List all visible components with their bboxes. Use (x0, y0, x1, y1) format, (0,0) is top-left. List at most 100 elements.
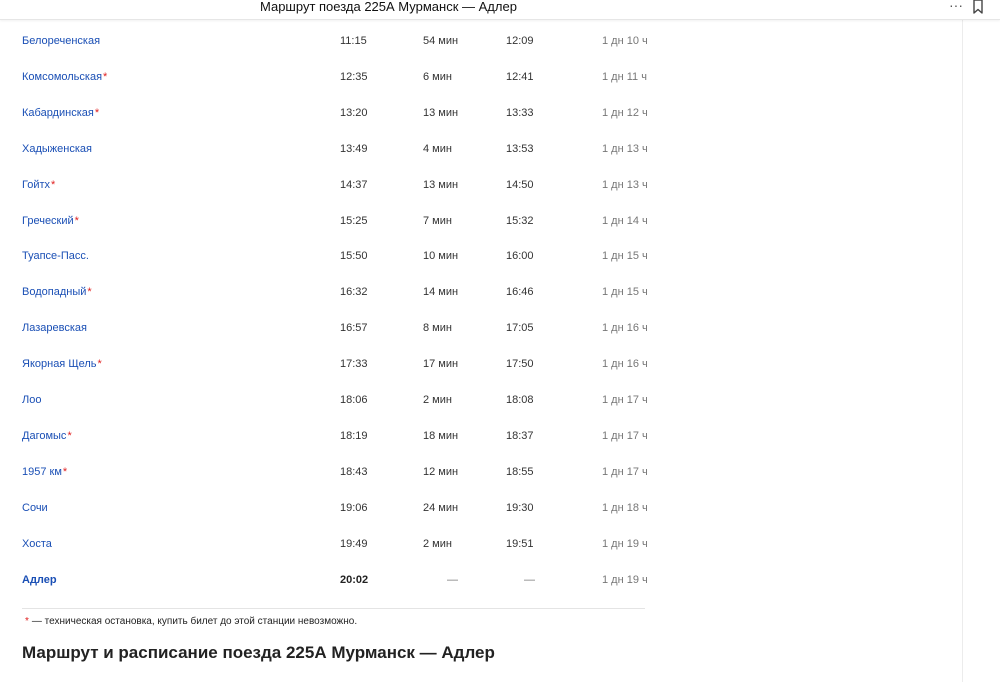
technical-stop-mark: * (74, 214, 79, 227)
arrival-time: 16:57 (340, 322, 368, 335)
stop-duration: 13 мин (423, 106, 459, 119)
station-name[interactable]: Лоо (22, 394, 41, 406)
station-link[interactable]: Сочи (22, 490, 48, 526)
travel-time: 1 дн 17 ч (602, 394, 648, 406)
stop-duration: 10 мин (423, 250, 459, 263)
stop-duration: — (447, 573, 458, 586)
station-link[interactable]: Адлер (22, 562, 57, 598)
station-name[interactable]: Туапсе-Пасс. (22, 250, 89, 262)
technical-stop-mark: * (87, 286, 92, 299)
stop-duration: 8 мин (423, 322, 452, 335)
table-row: Сочи 19:06 24 мин 19:30 1 дн 18 ч (0, 490, 650, 526)
stop-duration: 18 мин (423, 429, 459, 442)
station-link[interactable]: 1957 км* (22, 454, 67, 490)
technical-stop-mark: * (62, 465, 68, 478)
travel-time: 1 дн 11 ч (602, 70, 647, 83)
station-name[interactable]: Водопадный (22, 286, 86, 298)
stop-duration: 24 мин (423, 501, 459, 514)
table-divider (22, 608, 645, 609)
stop-duration: 2 мин (423, 394, 452, 406)
station-name[interactable]: Дагомыс (22, 430, 66, 442)
departure-time: 18:08 (506, 394, 534, 406)
station-link[interactable]: Кабардинская* (22, 95, 99, 131)
window-title: Маршрут поезда 225А Мурманск — Адлер (260, 0, 517, 14)
table-row: Греческий* 15:25 7 мин 15:32 1 дн 14 ч (0, 203, 650, 239)
station-name[interactable]: 1957 км (22, 466, 62, 478)
arrival-time: 15:25 (340, 214, 368, 227)
page-scrollbar[interactable] (962, 20, 1000, 682)
station-link[interactable]: Хадыженская (22, 131, 92, 167)
more-dots-icon[interactable]: ··· (946, 0, 966, 15)
arrival-time: 19:06 (340, 501, 368, 514)
stop-duration: 6 мин (423, 70, 452, 83)
technical-stop-mark: * (25, 616, 29, 627)
technical-stop-mark: * (51, 178, 56, 191)
arrival-time: 18:06 (340, 394, 368, 406)
station-link[interactable]: Дагомыс* (22, 418, 72, 454)
stop-duration: 2 мин (423, 537, 452, 550)
arrival-time: 16:32 (340, 286, 368, 299)
station-link[interactable]: Лазаревская (22, 310, 87, 346)
travel-time: 1 дн 15 ч (602, 250, 648, 263)
station-name[interactable]: Комсомольская (22, 71, 102, 83)
station-name[interactable]: Сочи (22, 502, 48, 514)
table-row: Лоо 18:06 2 мин 18:08 1 дн 17 ч (0, 382, 650, 418)
table-row: Лазаревская 16:57 8 мин 17:05 1 дн 16 ч (0, 310, 650, 346)
arrival-time: 20:02 (340, 573, 369, 586)
technical-stop-mark: * (103, 70, 108, 83)
table-row: Хоста 19:49 2 мин 19:51 1 дн 19 ч (0, 526, 650, 562)
departure-time: 12:09 (506, 35, 534, 47)
station-name[interactable]: Кабардинская (22, 107, 94, 119)
travel-time: 1 дн 10 ч (602, 35, 648, 47)
station-name[interactable]: Греческий (22, 215, 74, 227)
travel-time: 1 дн 17 ч (602, 465, 648, 478)
section-heading: Маршрут и расписание поезда 225А Мурманс… (22, 643, 495, 662)
station-link[interactable]: Хоста (22, 526, 52, 562)
station-name[interactable]: Якорная Щель (22, 358, 97, 370)
station-name[interactable]: Хадыженская (22, 143, 92, 155)
departure-time: — (524, 573, 535, 586)
departure-time: 13:33 (506, 106, 534, 119)
station-name[interactable]: Лазаревская (22, 322, 87, 334)
table-row: Якорная Щель* 17:33 17 мин 17:50 1 дн 16 ч (0, 346, 650, 382)
bookmark-icon[interactable] (972, 0, 986, 15)
station-link[interactable]: Лоо (22, 382, 41, 418)
station-name[interactable]: Адлер (22, 574, 57, 586)
station-link[interactable]: Комсомольская* (22, 59, 107, 95)
arrival-time: 13:49 (340, 142, 368, 155)
stop-duration: 7 мин (423, 214, 452, 227)
departure-time: 19:30 (506, 501, 534, 514)
travel-time: 1 дн 13 ч (602, 142, 648, 155)
table-row: Туапсе-Пасс. 15:50 10 мин 16:00 1 дн 15 ч (0, 238, 650, 274)
station-name[interactable]: Гойтх (22, 179, 50, 191)
table-row: Водопадный* 16:32 14 мин 16:46 1 дн 15 ч (0, 274, 650, 310)
travel-time: 1 дн 16 ч (602, 322, 648, 335)
station-name[interactable]: Белореченская (22, 35, 100, 47)
station-link[interactable]: Туапсе-Пасс. (22, 238, 89, 274)
arrival-time: 14:37 (340, 178, 368, 191)
arrival-time: 18:43 (340, 465, 368, 478)
stop-duration: 4 мин (423, 142, 452, 155)
travel-time: 1 дн 19 ч (602, 573, 648, 586)
stop-duration: 12 мин (423, 465, 459, 478)
arrival-time: 15:50 (340, 250, 368, 263)
table-row: 1957 км* 18:43 12 мин 18:55 1 дн 17 ч (0, 454, 650, 490)
station-link[interactable]: Якорная Щель* (22, 346, 102, 382)
station-link[interactable]: Гойтх* (22, 167, 55, 203)
footnote-text: — техническая остановка, купить билет до… (31, 616, 358, 627)
arrival-time: 13:20 (340, 106, 368, 119)
departure-time: 18:37 (506, 429, 534, 442)
stop-duration: 13 мин (423, 178, 459, 191)
departure-time: 18:55 (506, 465, 534, 478)
arrival-time: 11:15 (340, 35, 367, 47)
station-link[interactable]: Белореченская (22, 23, 100, 59)
stop-duration: 14 мин (423, 286, 459, 299)
arrival-time: 12:35 (340, 70, 368, 83)
departure-time: 14:50 (506, 178, 534, 191)
station-link[interactable]: Водопадный* (22, 274, 92, 310)
table-row: Дагомыс* 18:19 18 мин 18:37 1 дн 17 ч (0, 418, 650, 454)
departure-time: 12:41 (506, 70, 534, 83)
station-name[interactable]: Хоста (22, 538, 52, 550)
stop-duration: 17 мин (423, 358, 459, 371)
station-link[interactable]: Греческий* (22, 203, 79, 239)
